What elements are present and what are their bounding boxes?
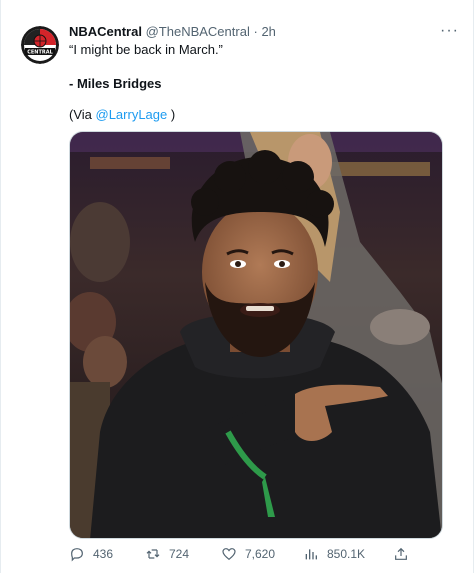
like-count: 7,620 <box>245 547 276 561</box>
via-prefix: (Via <box>69 107 96 122</box>
photo-image <box>70 132 442 538</box>
author-name[interactable]: NBACentral <box>69 24 142 39</box>
avatar[interactable]: CENTRAL <box>21 26 59 64</box>
views-count: 850.1K <box>327 547 366 561</box>
retweet-button[interactable]: 724 <box>145 546 189 562</box>
tweet-text-quote: “I might be back in March.” <box>69 42 223 57</box>
tweet-text-credit: - Miles Bridges <box>69 76 162 91</box>
logo-text: CENTRAL <box>27 50 53 56</box>
retweet-count: 724 <box>169 547 190 561</box>
timestamp[interactable]: 2h <box>261 24 275 39</box>
more-icon[interactable]: ··· <box>440 22 459 40</box>
reply-icon <box>71 548 83 562</box>
mention-link[interactable]: @LarryLage <box>96 107 168 122</box>
author-handle[interactable]: @TheNBACentral <box>146 24 250 39</box>
action-bar: 436 724 7,620 850.1K <box>69 546 443 566</box>
nba-central-logo: CENTRAL <box>21 26 59 64</box>
retweet-icon <box>146 549 160 559</box>
share-button[interactable] <box>393 546 417 562</box>
views-icon <box>305 549 317 560</box>
tweet-card: CENTRAL NBACentral @TheNBACentral · 2h ·… <box>0 0 474 573</box>
reply-button[interactable]: 436 <box>69 546 113 562</box>
via-suffix: ) <box>167 107 176 122</box>
share-icon <box>395 547 407 560</box>
views-button[interactable]: 850.1K <box>303 546 365 562</box>
heart-icon <box>222 548 236 561</box>
tweet-text-via: (Via @LarryLage ) <box>69 107 175 122</box>
tweet-header: NBACentral @TheNBACentral · 2h <box>69 24 276 39</box>
separator: · <box>253 24 258 39</box>
reply-count: 436 <box>93 547 114 561</box>
tweet-photo[interactable] <box>69 131 443 539</box>
like-button[interactable]: 7,620 <box>221 546 275 562</box>
